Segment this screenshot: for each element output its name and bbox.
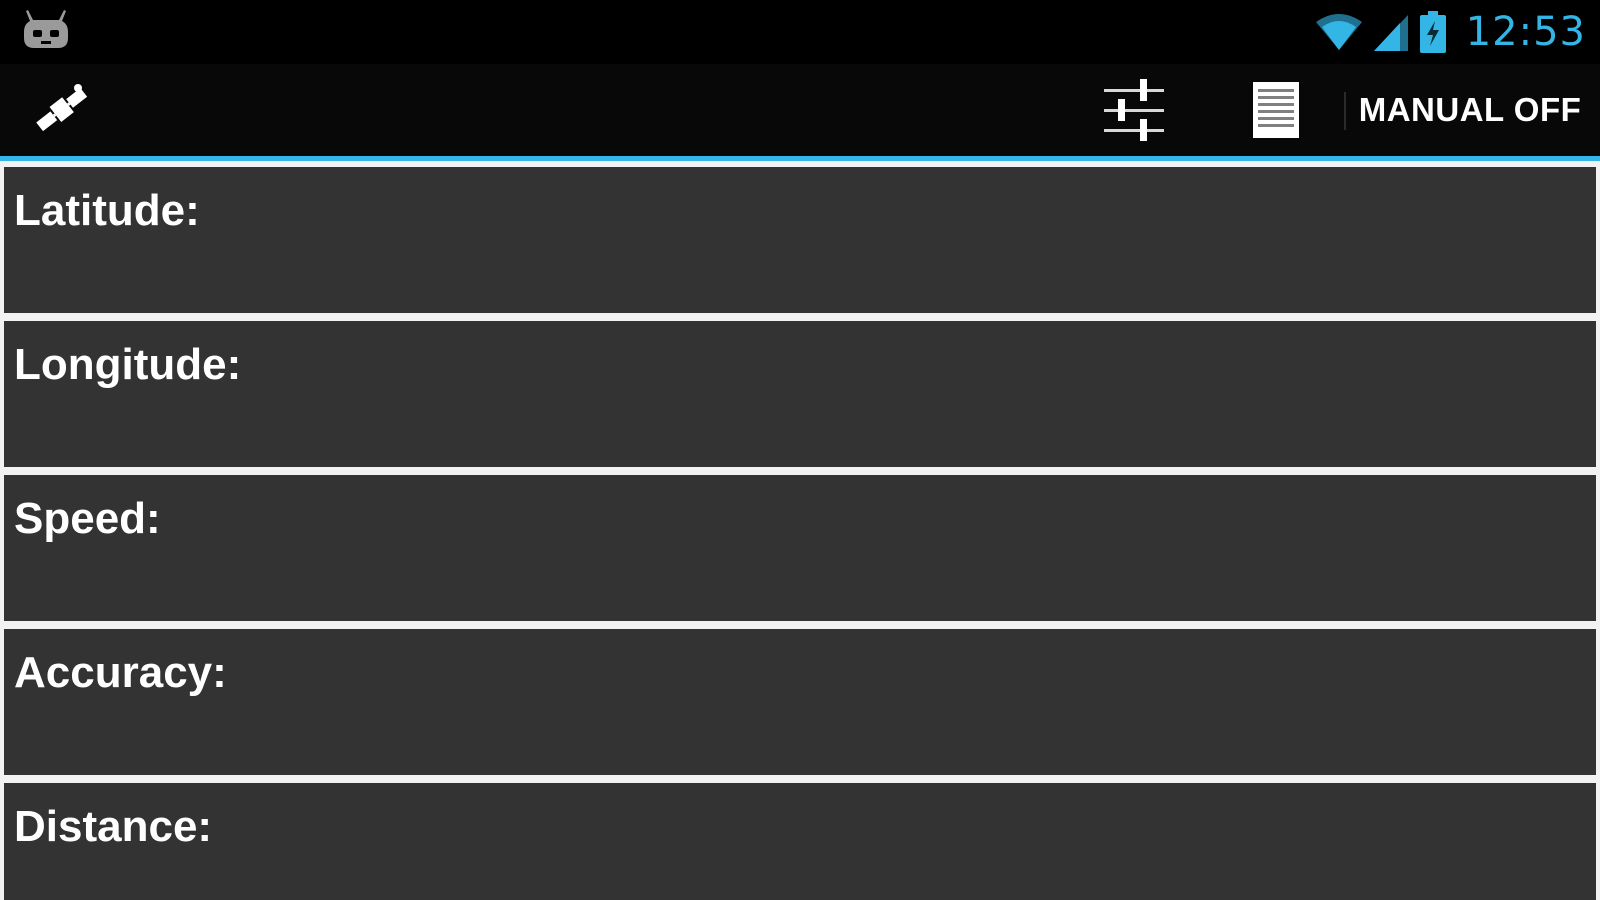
longitude-label: Longitude:	[14, 340, 242, 389]
app-home-button[interactable]	[30, 78, 94, 142]
app-screen: 12:53 MANUAL OFF Latitude: Longitude: Sp…	[0, 0, 1600, 900]
battery-charging-icon	[1419, 11, 1446, 53]
longitude-field: Longitude:	[4, 321, 1596, 467]
accuracy-field: Accuracy:	[4, 629, 1596, 775]
content-area: Latitude: Longitude: Speed: Accuracy: Di…	[0, 161, 1600, 900]
action-bar-divider	[1344, 92, 1346, 130]
speed-field: Speed:	[4, 475, 1596, 621]
latitude-field: Latitude:	[4, 167, 1596, 313]
latitude-label: Latitude:	[14, 186, 200, 235]
accuracy-label: Accuracy:	[14, 648, 227, 697]
status-icons: 12:53	[1314, 4, 1586, 60]
cell-signal-icon	[1373, 15, 1408, 51]
sliders-icon	[1104, 79, 1164, 141]
speed-label: Speed:	[14, 494, 161, 543]
log-button[interactable]	[1236, 74, 1316, 146]
status-bar: 12:53	[0, 0, 1600, 64]
action-bar: MANUAL OFF	[0, 64, 1600, 156]
list-icon	[1253, 82, 1299, 138]
cyanogenmod-notification-icon	[24, 10, 68, 48]
satellite-icon	[36, 84, 88, 132]
distance-field: Distance:	[4, 783, 1596, 900]
wifi-icon	[1315, 14, 1362, 50]
distance-label: Distance:	[14, 802, 213, 851]
manual-toggle-button[interactable]: MANUAL OFF	[1350, 74, 1590, 146]
settings-button[interactable]	[1094, 74, 1174, 146]
status-clock: 12:53	[1465, 9, 1586, 55]
